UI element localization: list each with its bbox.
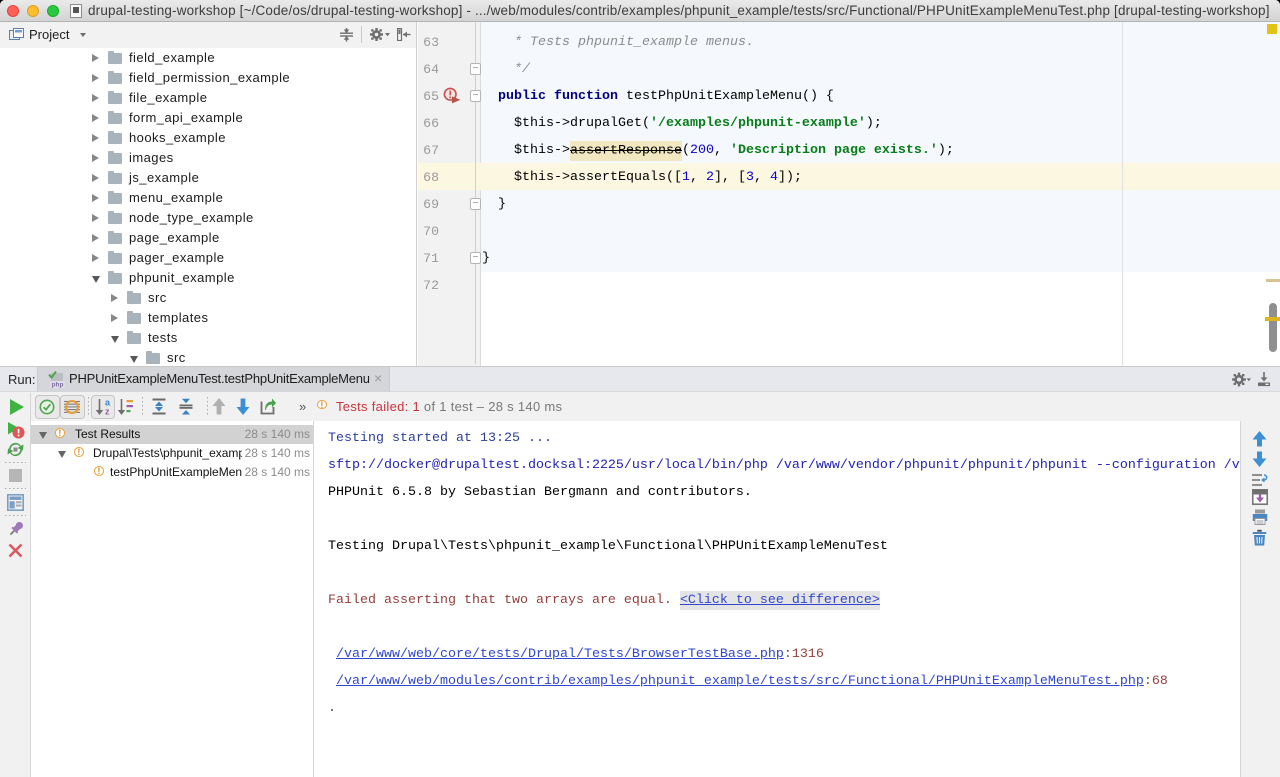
svg-text:php: php xyxy=(52,382,64,388)
svg-text:z: z xyxy=(105,407,110,417)
